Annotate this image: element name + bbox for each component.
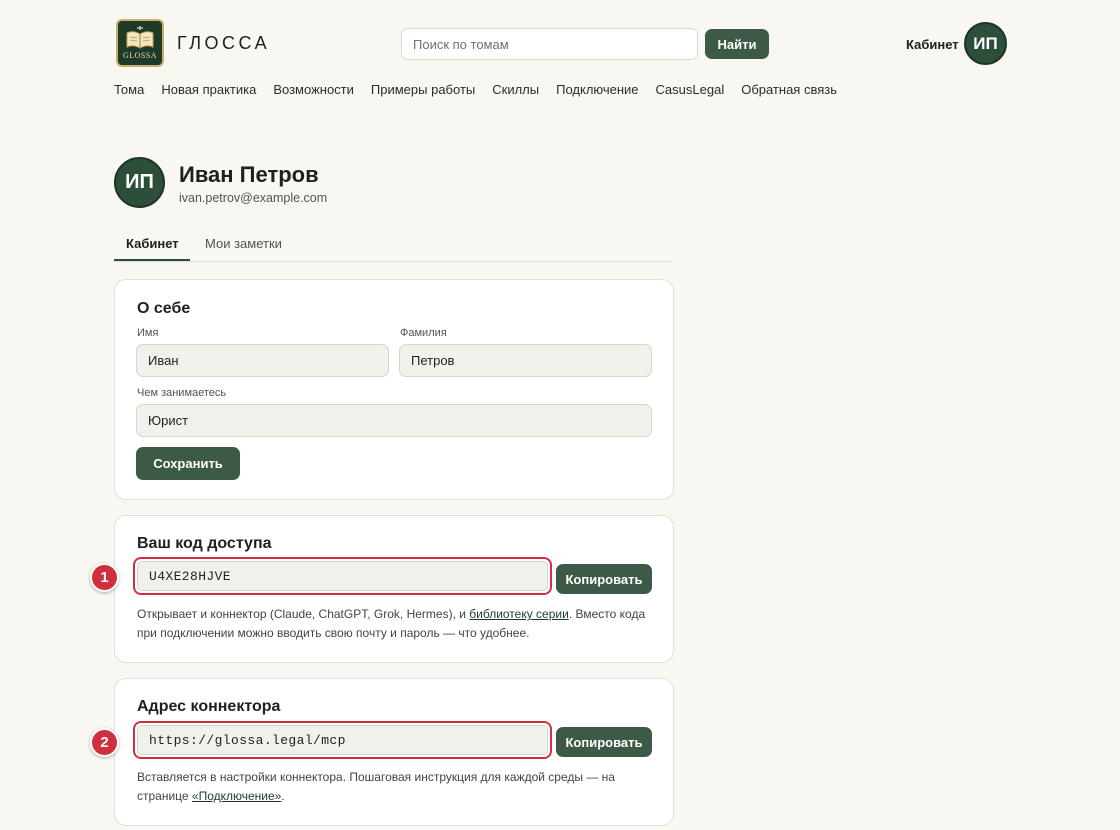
nav-item-toma[interactable]: Тома — [114, 82, 144, 97]
access-code-card: Ваш код доступа U4XE28HJVE Копировать От… — [114, 515, 674, 663]
annotation-marker-2: 2 — [90, 728, 119, 757]
last-name-field[interactable] — [399, 344, 652, 377]
profile-tabs: Кабинет Мои заметки — [114, 226, 674, 262]
nav-item-new-practice[interactable]: Новая практика — [161, 82, 256, 97]
occupation-field[interactable] — [136, 404, 652, 437]
about-title: О себе — [137, 300, 191, 317]
annotation-marker-1: 1 — [90, 563, 119, 592]
copy-code-button[interactable]: Копировать — [556, 564, 652, 594]
cabinet-link[interactable]: Кабинет — [906, 37, 959, 52]
connector-card: Адрес коннектора https://glossa.legal/mc… — [114, 678, 674, 826]
copy-url-button[interactable]: Копировать — [556, 727, 652, 757]
glossa-logo[interactable]: GLOSSA — [116, 19, 164, 67]
search-button[interactable]: Найти — [705, 29, 769, 59]
main-nav: Тома Новая практика Возможности Примеры … — [114, 82, 854, 97]
access-code-title: Ваш код доступа — [137, 535, 272, 552]
nav-item-feedback[interactable]: Обратная связь — [741, 82, 837, 97]
last-name-label: Фамилия — [400, 327, 447, 339]
connector-note: Вставляется в настройки коннектора. Поша… — [137, 768, 653, 806]
access-code-highlight: U4XE28HJVE — [133, 557, 552, 595]
nav-item-skills[interactable]: Скиллы — [492, 82, 539, 97]
save-button[interactable]: Сохранить — [136, 447, 240, 480]
series-library-link[interactable]: библиотеку серии — [469, 607, 569, 621]
access-code-note: Открывает и коннектор (Claude, ChatGPT, … — [137, 605, 653, 643]
profile-name: Иван Петров — [179, 162, 319, 187]
logo-text: GLOSSA — [122, 51, 158, 60]
search-input[interactable] — [401, 28, 698, 60]
tab-cabinet[interactable]: Кабинет — [126, 236, 179, 251]
tab-my-notes[interactable]: Мои заметки — [205, 236, 282, 251]
connector-url-field[interactable]: https://glossa.legal/mcp — [137, 725, 548, 755]
active-tab-indicator — [114, 259, 190, 261]
connector-url-highlight: https://glossa.legal/mcp — [133, 721, 552, 759]
profile-avatar: ИП — [114, 157, 165, 208]
first-name-field[interactable] — [136, 344, 389, 377]
book-icon — [126, 26, 154, 49]
nav-item-connection[interactable]: Подключение — [556, 82, 638, 97]
connector-note-text-end: . — [281, 789, 285, 803]
occupation-label: Чем занимаетесь — [137, 387, 227, 399]
access-code-field[interactable]: U4XE28HJVE — [137, 561, 548, 591]
connector-title: Адрес коннектора — [137, 698, 281, 715]
first-name-label: Имя — [137, 327, 159, 339]
profile-email: ivan.petrov@example.com — [179, 191, 328, 205]
nav-item-examples[interactable]: Примеры работы — [371, 82, 475, 97]
connection-page-link[interactable]: «Подключение» — [192, 789, 281, 803]
brand-name[interactable]: ГЛОССА — [177, 33, 270, 54]
nav-item-features[interactable]: Возможности — [273, 82, 354, 97]
nav-item-casuslegal[interactable]: CasusLegal — [656, 82, 725, 97]
access-code-note-text: Открывает и коннектор (Claude, ChatGPT, … — [137, 607, 470, 621]
header-avatar[interactable]: ИП — [964, 22, 1007, 65]
about-card: О себе Имя Фамилия Чем занимаетесь Сохра… — [114, 279, 674, 500]
